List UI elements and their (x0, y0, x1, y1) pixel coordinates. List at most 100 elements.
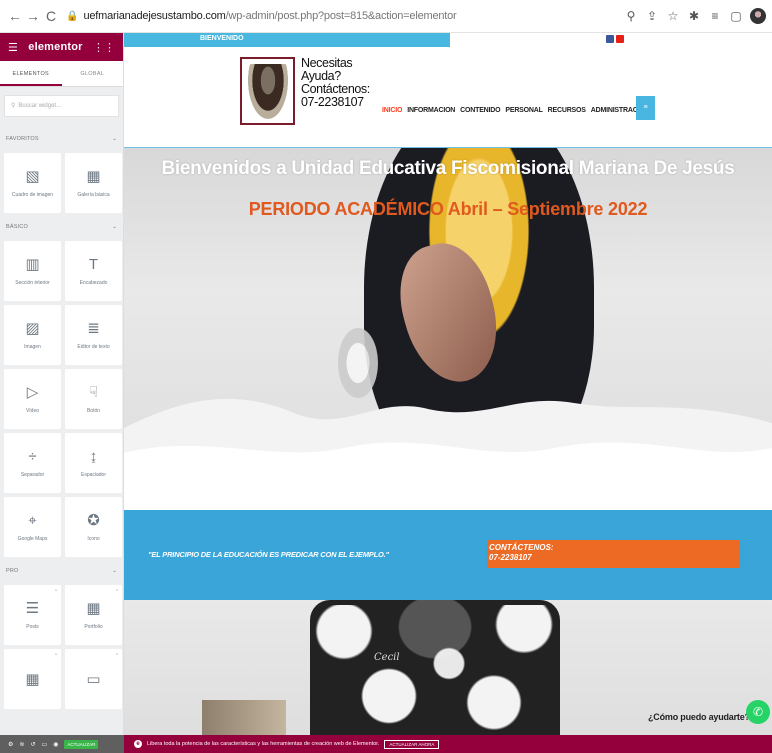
reload-icon[interactable]: C (42, 7, 60, 25)
tab-global[interactable]: GLOBAL (62, 61, 124, 86)
widget-video[interactable]: ▷ Vídeo (4, 369, 61, 429)
widget-label: Espaciador (80, 471, 106, 478)
widget-label: Botón (86, 407, 101, 414)
lily-flowers (284, 605, 584, 735)
profile-icon[interactable] (750, 8, 766, 24)
menu-item-recursos[interactable]: RECURSOS (548, 107, 586, 114)
widget-label: Icono (87, 535, 100, 542)
widget-posts[interactable]: ▪ ☰ Posts (4, 585, 61, 645)
logo-image (247, 63, 288, 119)
menu-toggle-button[interactable]: ≡ (636, 96, 655, 120)
widget-label: Posts (26, 623, 39, 630)
site-header: Necesitas Ayuda? Contáctenos: 07-2238107… (124, 49, 772, 159)
facebook-icon[interactable] (606, 35, 614, 43)
elementor-icon: e (134, 740, 142, 748)
widget-gallery[interactable]: ▦ Galería básica (65, 153, 122, 213)
tab-elements[interactable]: ELEMENTOS (0, 61, 62, 86)
window-icon[interactable]: ▢ (729, 9, 743, 23)
panel-header: ☰ elementor ⋮⋮ (0, 33, 123, 61)
section-basic[interactable]: BÁSICO ⌄ (0, 213, 123, 241)
chevron-down-icon: ⌄ (112, 224, 117, 230)
chat-prompt: ¿Cómo puedo ayudarte? (648, 712, 750, 722)
text-editor-icon: ≣ (87, 319, 100, 337)
lock-icon: ▪ (115, 588, 118, 594)
lock-icon: ▪ (115, 652, 118, 658)
main-menu: INICIO INFORMACION CONTENIDO PERSONAL RE… (382, 107, 650, 114)
widget-text-editor[interactable]: ≣ Editor de texto (65, 305, 122, 365)
section-title: FAVORITOS (6, 136, 39, 142)
playlist-icon[interactable]: ≡ (708, 9, 722, 23)
spacer-icon: ↨ (89, 447, 98, 465)
url-domain: uefmarianadejesustambo.com (83, 10, 226, 22)
form-icon: ▭ (86, 670, 101, 688)
preview-icon[interactable]: ◉ (53, 741, 58, 748)
widget-spacer[interactable]: ↨ Espaciador (65, 433, 122, 493)
promo-message: e Libera toda la potencia de las caracte… (124, 739, 440, 749)
widget-pro-gallery[interactable]: ▪ ▦ (4, 649, 61, 709)
widget-image-box[interactable]: ▧ Cuadro de imagen (4, 153, 61, 213)
star-icon[interactable]: ☆ (666, 9, 680, 23)
section-title: PRO (6, 568, 19, 574)
section-favorites[interactable]: FAVORITOS ⌄ (0, 125, 123, 153)
contact-phone: 07-2238107 (489, 553, 532, 562)
settings-icon[interactable]: ⚙ (8, 741, 13, 748)
heading-icon: T (88, 255, 99, 273)
promo-text: Libera toda la potencia de las caracterí… (147, 741, 380, 747)
menu-item-contenido[interactable]: CONTENIDO (460, 107, 500, 114)
share-icon[interactable]: ⇪ (645, 9, 659, 23)
widget-image[interactable]: ▨ Imagen (4, 305, 61, 365)
portfolio-icon: ▦ (86, 599, 101, 617)
browser-toolbar: ← → C 🔒 uefmarianadejesustambo.com/wp-ad… (0, 0, 772, 33)
widget-icon[interactable]: ✪ Icono (65, 497, 122, 557)
widget-divider[interactable]: ÷ Separador (4, 433, 61, 493)
divider-icon: ÷ (28, 447, 37, 465)
gallery-icon: ▦ (86, 167, 101, 185)
editor-footer: ⚙ ≋ ↺ ▭ ◉ ACTUALIZAR e Libera toda la po… (0, 735, 772, 753)
forward-icon[interactable]: → (24, 7, 42, 25)
menu-icon[interactable]: ☰ (8, 41, 18, 54)
help-text: Necesitas Ayuda? Contáctenos: 07-2238107 (301, 56, 370, 109)
widget-google-maps[interactable]: ⌖ Google Maps (4, 497, 61, 557)
signature: Cecil (374, 652, 400, 663)
youtube-icon[interactable] (616, 35, 624, 43)
posts-icon: ☰ (25, 599, 40, 617)
address-bar[interactable]: 🔒 uefmarianadejesustambo.com/wp-admin/po… (66, 5, 624, 27)
menu-item-personal[interactable]: PERSONAL (505, 107, 542, 114)
section-pro[interactable]: PRO ⌄ (0, 557, 123, 585)
layers-icon[interactable]: ≋ (19, 741, 24, 748)
menu-item-inicio[interactable]: INICIO (382, 107, 402, 114)
hero-title: Bienvenidos a Unidad Educativa Fiscomisi… (161, 158, 735, 179)
lock-icon: ▪ (54, 588, 57, 594)
responsive-icon[interactable]: ▭ (41, 741, 47, 748)
hero-wave (124, 398, 772, 503)
footer-tools: ⚙ ≋ ↺ ▭ ◉ ACTUALIZAR (0, 735, 124, 753)
back-icon[interactable]: ← (6, 7, 24, 25)
widget-inner-section[interactable]: ▥ Sección interior (4, 241, 61, 301)
menu-item-informacion[interactable]: INFORMACION (407, 107, 455, 114)
search-icon[interactable]: ⚲ (624, 9, 638, 23)
widget-heading[interactable]: T Encabezado (65, 241, 122, 301)
school-logo[interactable] (240, 57, 295, 125)
update-button[interactable]: ACTUALIZAR (64, 739, 99, 749)
lock-icon: 🔒 (66, 10, 79, 22)
contact-box[interactable]: CONTÁCTENOS: 07-2238107 (487, 540, 740, 568)
button-icon: ☟ (88, 383, 99, 401)
search-placeholder: Buscar widget... (18, 102, 62, 109)
url-path: /wp-admin/post.php?post=815&action=eleme… (225, 10, 457, 22)
whatsapp-icon[interactable]: ✆ (746, 700, 770, 724)
widget-button[interactable]: ☟ Botón (65, 369, 122, 429)
gallery-icon: ▦ (25, 670, 40, 688)
widget-label: Imagen (24, 343, 41, 350)
upgrade-now-button[interactable]: ACTUALIZAR AHORA (384, 739, 440, 749)
panel-tabs: ELEMENTOS GLOBAL (0, 61, 123, 87)
welcome-text: BIENVENIDO (200, 35, 244, 42)
widget-label: Vídeo (25, 407, 40, 414)
grid-icon[interactable]: ⋮⋮ (93, 41, 115, 54)
extension-icon[interactable]: ✱ (687, 9, 701, 23)
widget-portfolio[interactable]: ▪ ▦ Portfolio (65, 585, 122, 645)
history-icon[interactable]: ↺ (30, 741, 35, 748)
gallery-section: Cecil ¿Cómo puedo ayudarte? ✆ (124, 600, 772, 735)
widget-pro-form[interactable]: ▪ ▭ (65, 649, 122, 709)
image-icon: ▨ (25, 319, 40, 337)
widget-search-input[interactable]: ⚲ Buscar widget... (4, 95, 119, 117)
